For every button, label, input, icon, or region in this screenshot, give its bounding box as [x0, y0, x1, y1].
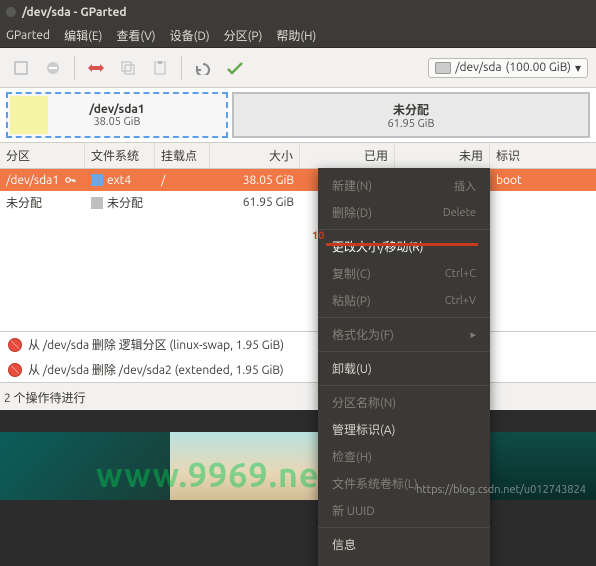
col-flags[interactable]: 标识 — [490, 143, 596, 168]
watermark: www.9969.net — [96, 456, 335, 494]
table-row[interactable]: /dev/sda1 ext4 / 38.05 GiB 7.83 GiB 30.2… — [0, 169, 596, 191]
device-size: (100.00 GiB) — [506, 61, 571, 74]
annotation-underline — [326, 243, 478, 246]
forbidden-icon: ＼ — [8, 338, 22, 352]
menu-item: 检查(H) — [318, 443, 490, 470]
hdd-icon — [435, 62, 451, 74]
paste-button — [147, 55, 173, 81]
resize-move-button[interactable] — [83, 55, 109, 81]
credit-text: https://blog.csdn.net/u012743824 — [416, 484, 586, 496]
titlebar: /dev/sda - GParted — [0, 0, 596, 24]
col-mount[interactable]: 挂载点 — [155, 143, 210, 168]
menu-device[interactable]: 设备(D) — [170, 27, 210, 44]
new-partition-button — [8, 55, 34, 81]
menu-gparted[interactable]: GParted — [6, 29, 50, 42]
key-icon — [64, 174, 76, 186]
forbidden-icon: ＼ — [8, 363, 22, 377]
pending-op[interactable]: ＼ 从 /dev/sda 删除 逻辑分区 (linux-swap, 1.95 G… — [0, 332, 596, 357]
partition-table[interactable]: /dev/sda1 ext4 / 38.05 GiB 7.83 GiB 30.2… — [0, 169, 596, 331]
toolbar-separator — [74, 56, 75, 80]
menu-item: 删除(D)Delete — [318, 199, 490, 226]
pending-op[interactable]: ＼ 从 /dev/sda 删除 /dev/sda2 (extended, 1.9… — [0, 357, 596, 382]
fs-swatch — [91, 197, 103, 209]
partition-name: /dev/sda1 — [6, 174, 59, 187]
delete-partition-button — [40, 55, 66, 81]
col-unused[interactable]: 未用 — [395, 143, 490, 168]
menu-item[interactable]: 信息 — [318, 531, 490, 558]
menu-separator — [318, 527, 490, 528]
menu-separator — [318, 385, 490, 386]
menu-item[interactable]: 管理标识(A) — [318, 416, 490, 443]
partition-context-menu[interactable]: 新建(N)插入删除(D)Delete 更改大小/移动(R)复制(C)Ctrl+C粘… — [318, 168, 490, 566]
menu-help[interactable]: 帮助(H) — [276, 27, 316, 44]
copy-button — [115, 55, 141, 81]
disk-map-unallocated[interactable]: 未分配 61.95 GiB — [232, 92, 590, 138]
menu-partition[interactable]: 分区(P) — [224, 27, 263, 44]
window-title: /dev/sda - GParted — [22, 6, 127, 19]
disk-map-partition-sda1[interactable]: /dev/sda1 38.05 GiB — [6, 92, 228, 138]
col-used[interactable]: 已用 — [300, 143, 395, 168]
table-row[interactable]: 未分配 未分配 61.95 GiB --- --- — [0, 191, 596, 213]
menu-item: 格式化为(F)▸ — [318, 321, 490, 348]
fs-swatch — [91, 174, 103, 186]
menu-separator — [318, 317, 490, 318]
apply-button[interactable] — [222, 55, 248, 81]
close-dot[interactable] — [6, 7, 16, 17]
toolbar-separator — [181, 56, 182, 80]
menu-item: 新 UUID — [318, 497, 490, 524]
pending-operations: ＼ 从 /dev/sda 删除 逻辑分区 (linux-swap, 1.95 G… — [0, 331, 596, 382]
col-partition[interactable]: 分区 — [0, 143, 85, 168]
undo-button[interactable] — [190, 55, 216, 81]
col-size[interactable]: 大小 — [210, 143, 300, 168]
disk-map[interactable]: /dev/sda1 38.05 GiB 未分配 61.95 GiB — [0, 88, 596, 142]
menu-item: 新建(N)插入 — [318, 172, 490, 199]
menu-edit[interactable]: 编辑(E) — [64, 27, 102, 44]
partition-table-header: 分区 文件系统 挂载点 大小 已用 未用 标识 — [0, 142, 596, 169]
col-filesystem[interactable]: 文件系统 — [85, 143, 155, 168]
menu-item[interactable]: 更改大小/移动(R) — [318, 233, 490, 260]
menu-item: 复制(C)Ctrl+C — [318, 260, 490, 287]
device-selector[interactable]: /dev/sda (100.00 GiB) ▾ — [428, 58, 588, 78]
menu-item[interactable]: 卸载(U) — [318, 355, 490, 382]
menu-item: 分区名称(N) — [318, 389, 490, 416]
menu-separator — [318, 351, 490, 352]
menu-separator — [318, 229, 490, 230]
annotation-number: 10 — [312, 230, 324, 242]
table-empty-area[interactable] — [0, 213, 596, 331]
pending-summary: 2 个操作待进行 — [0, 382, 596, 410]
device-path: /dev/sda — [455, 61, 501, 74]
chevron-down-icon: ▾ — [575, 61, 581, 75]
toolbar: /dev/sda (100.00 GiB) ▾ — [0, 48, 596, 88]
menubar: GParted 编辑(E) 查看(V) 设备(D) 分区(P) 帮助(H) — [0, 24, 596, 48]
menu-view[interactable]: 查看(V) — [116, 27, 155, 44]
menu-item: 粘贴(P)Ctrl+V — [318, 287, 490, 314]
